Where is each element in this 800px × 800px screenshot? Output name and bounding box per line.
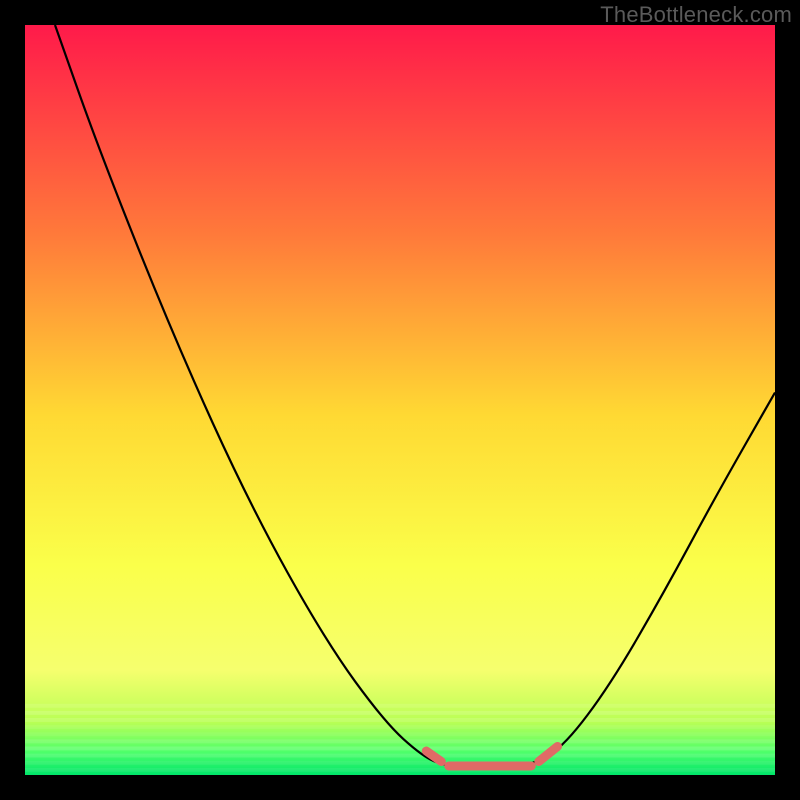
watermark-text: TheBottleneck.com — [600, 2, 792, 28]
plot-area — [25, 25, 775, 775]
gradient-background — [25, 25, 775, 775]
chart-svg — [25, 25, 775, 775]
chart-container: TheBottleneck.com — [0, 0, 800, 800]
